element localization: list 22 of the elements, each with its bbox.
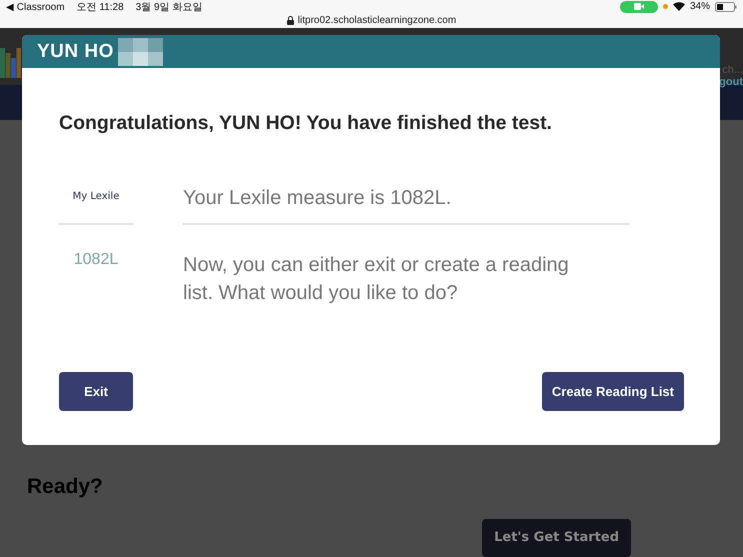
url-text[interactable]: litpro02.scholasticlearningzone.com xyxy=(298,15,456,26)
start-button[interactable]: Let's Get Started xyxy=(482,519,631,557)
lock-icon xyxy=(286,16,294,25)
wifi-icon xyxy=(672,2,685,11)
exit-button[interactable]: Exit xyxy=(59,372,133,411)
bookshelf-drawing xyxy=(0,48,21,78)
battery-icon xyxy=(715,2,737,12)
create-list-button[interactable]: Create Reading List xyxy=(542,372,684,411)
lexile-value: 1082L xyxy=(72,250,120,270)
congratulations-heading: Congratulations, YUN HO! You have finished the test. xyxy=(59,112,553,135)
battery-percent: 34% xyxy=(690,1,710,12)
logout-link[interactable]: gout xyxy=(719,76,743,88)
mic-indicator-icon xyxy=(662,4,668,9)
prompt-text: Now, you can either exit or create a reading list. What would you like to do? xyxy=(183,253,570,306)
date-text: 3월 9일 화요일 xyxy=(136,0,202,14)
measure-text: Your Lexile measure is 1082L. xyxy=(183,175,629,225)
clock-time: 오전 11:28 xyxy=(76,0,124,14)
redacted-block xyxy=(118,38,163,66)
back-link[interactable]: ◀ Classroom xyxy=(6,0,65,12)
lexile-label: My Lexile xyxy=(59,175,133,225)
ready-heading: Ready? xyxy=(26,475,104,499)
dialog-title: YUN HO xyxy=(37,40,114,62)
